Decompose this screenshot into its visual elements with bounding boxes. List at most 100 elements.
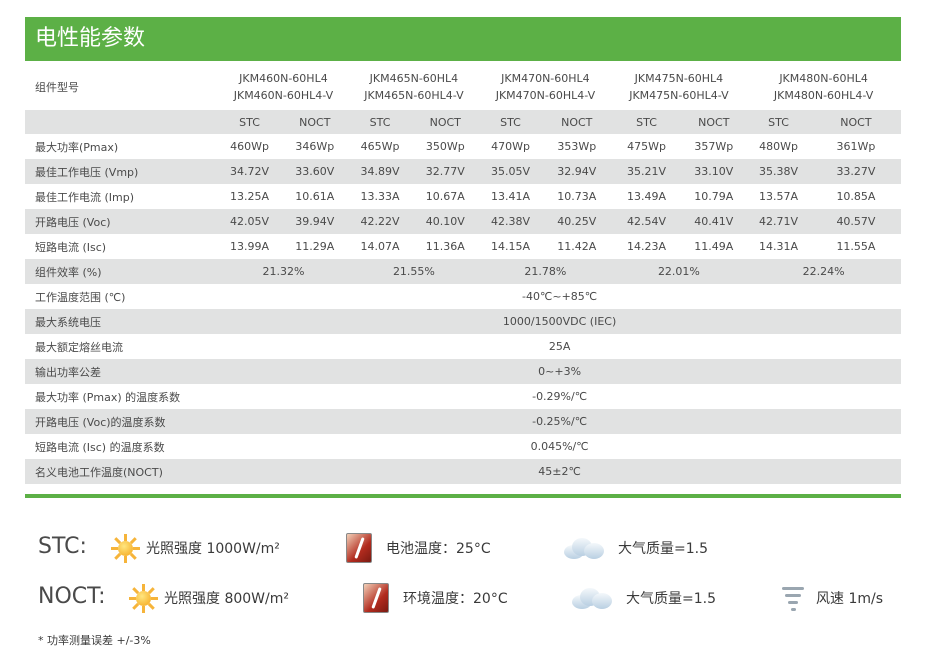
model-line1: JKM465N-60HL4 [369, 72, 459, 85]
row-label: 输出功率公差 [25, 359, 219, 384]
model-line2: JKM460N-60HL4-V [233, 89, 334, 102]
table-row: 组件型号 JKM460N-60HL4 JKM460N-60HL4-V JKM465N-… [25, 64, 901, 110]
row-label: 最大功率(Pmax) [35, 140, 119, 154]
table-cell: 480Wp [759, 140, 798, 153]
table-cell: 13.25A [230, 190, 270, 203]
table-cell: 13.33A [360, 190, 400, 203]
row-label: 最大额定熔丝电流 [35, 340, 123, 354]
table-cell: 42.54V [611, 209, 682, 234]
row-label: 组件型号 [35, 80, 79, 94]
noct-air-mass: 大气质量=1.5 [570, 582, 716, 614]
column-header: NOCT [541, 110, 612, 134]
table-cell: 475Wp [627, 140, 666, 153]
table-cell: 39.94V [280, 209, 349, 234]
thermometer-icon [346, 533, 372, 563]
table-cell: 21.78% [479, 259, 612, 284]
table-cell: 34.72V [218, 159, 281, 184]
table-cell: 42.22V [348, 209, 412, 234]
table-cell: 35.21V [611, 159, 682, 184]
table-row: 短路电流 (Isc) 13.99A 11.29A 14.07A 11.36A 14.15A… [25, 234, 901, 259]
table-cell: 13.49A [627, 190, 667, 203]
row-label: 名义电池工作温度(NOCT) [25, 459, 219, 484]
table-cell: 0~+3% [218, 359, 901, 384]
model-line2: JKM465N-60HL4-V [364, 89, 464, 102]
table-cell: 10.79A [694, 190, 734, 203]
wind-icon [780, 583, 806, 613]
table-cell: 40.57V [810, 209, 901, 234]
table-cell: 25A [548, 340, 571, 353]
noct-irradiance: 光照强度 800W/m² [128, 582, 289, 614]
model-name: JKM465N-60HL4 JKM465N-60HL4-V [349, 64, 479, 110]
table-row: STC NOCT STC NOCT STC NOCT STC NOCT STC NOCT [25, 110, 901, 134]
model-line1: JKM480N-60HL4 [779, 72, 868, 85]
table-cell: 465Wp [360, 140, 400, 153]
table-row: 最佳工作电流 (Imp) 13.25A 10.61A 13.33A 10.67A 13.4… [25, 184, 901, 209]
noct-ambient-temp-text: 环境温度：20°C [403, 591, 508, 607]
column-header: STC [348, 110, 412, 134]
stc-irradiance-text: 光照强度 1000W/m² [146, 541, 280, 557]
table-row: 最大功率 (Pmax) 的温度系数 -0.29%/℃ [25, 384, 901, 409]
model-line2: JKM470N-60HL4-V [495, 89, 596, 102]
table-cell: 13.57A [759, 190, 799, 203]
model-line1: JKM460N-60HL4 [239, 72, 328, 85]
row-label: 最佳工作电压 (Vmp) [25, 159, 219, 184]
table-cell: 13.99A [230, 240, 270, 253]
table-cell: 40.10V [411, 209, 480, 234]
column-header: STC [218, 110, 281, 134]
table-cell: 22.24% [746, 259, 901, 284]
model-line1: JKM475N-60HL4 [634, 72, 724, 85]
cloud-icon [562, 535, 606, 561]
table-body: 组件型号 JKM460N-60HL4 JKM460N-60HL4-V JKM465N-… [25, 64, 901, 484]
column-header: STC [611, 110, 682, 134]
column-header: NOCT [810, 110, 901, 134]
row-label: 最大功率 (Pmax) 的温度系数 [35, 390, 181, 404]
table-cell: 34.89V [348, 159, 412, 184]
model-name: JKM480N-60HL4 JKM480N-60HL4-V [746, 64, 901, 110]
stc-cell-temp: 电池温度：25°C [346, 532, 491, 564]
table-cell: 11.36A [425, 240, 465, 253]
model-name: JKM475N-60HL4 JKM475N-60HL4-V [612, 64, 747, 110]
noct-title: NOCT: [38, 584, 106, 609]
table-cell: 32.77V [411, 159, 480, 184]
model-name: JKM470N-60HL4 JKM470N-60HL4-V [479, 64, 612, 110]
noct-conditions: NOCT: 光照强度 800W/m² 环境温度：20°C 大气质量=1.5 风速… [0, 578, 927, 618]
row-label: 工作温度范围 (℃) [35, 290, 126, 304]
table-cell: 22.01% [611, 259, 747, 284]
table-cell: 350Wp [425, 140, 465, 153]
table-cell: 361Wp [836, 140, 876, 153]
table-cell: 11.29A [295, 240, 335, 253]
noct-irradiance-text: 光照强度 800W/m² [164, 591, 289, 607]
table-cell: 21.32% [218, 259, 349, 284]
table-cell: 21.55% [348, 259, 480, 284]
table-cell: 42.71V [746, 209, 811, 234]
section-title: 电性能参数 [25, 17, 901, 61]
row-label: 开路电压 (Voc) [25, 209, 219, 234]
table-row: 工作温度范围 (℃) -40℃~+85℃ [25, 284, 901, 309]
stc-irradiance: 光照强度 1000W/m² [110, 532, 280, 564]
divider [25, 494, 901, 498]
thermometer-icon [363, 583, 389, 613]
row-label [25, 110, 219, 134]
table-cell: 14.23A [627, 240, 667, 253]
table-cell: -0.29%/℃ [532, 390, 588, 403]
table-cell: 10.67A [425, 190, 465, 203]
table-cell: 14.07A [360, 240, 400, 253]
stc-air-mass-text: 大气质量=1.5 [618, 541, 708, 557]
stc-air-mass: 大气质量=1.5 [562, 532, 708, 564]
row-label: 最佳工作电流 (Imp) [35, 190, 135, 204]
table-row: 输出功率公差 0~+3% [25, 359, 901, 384]
table-cell: 11.55A [836, 240, 876, 253]
table-cell: 40.25V [541, 209, 612, 234]
table-cell: 1000/1500VDC (IEC) [218, 309, 901, 334]
table-row: 名义电池工作温度(NOCT) 45±2℃ [25, 459, 901, 484]
column-header: NOCT [411, 110, 480, 134]
table-row: 短路电流 (Isc) 的温度系数 0.045%/℃ [25, 434, 901, 459]
row-label: 短路电流 (Isc) 的温度系数 [35, 440, 165, 454]
table-cell: 13.41A [491, 190, 531, 203]
table-cell: 0.045%/℃ [530, 440, 589, 453]
table-row: 组件效率 (%) 21.32% 21.55% 21.78% 22.01% 22.24% [25, 259, 901, 284]
noct-wind: 风速 1m/s [780, 582, 883, 614]
table-cell: 357Wp [694, 140, 734, 153]
noct-ambient-temp: 环境温度：20°C [363, 582, 508, 614]
table-cell: 35.05V [479, 159, 542, 184]
